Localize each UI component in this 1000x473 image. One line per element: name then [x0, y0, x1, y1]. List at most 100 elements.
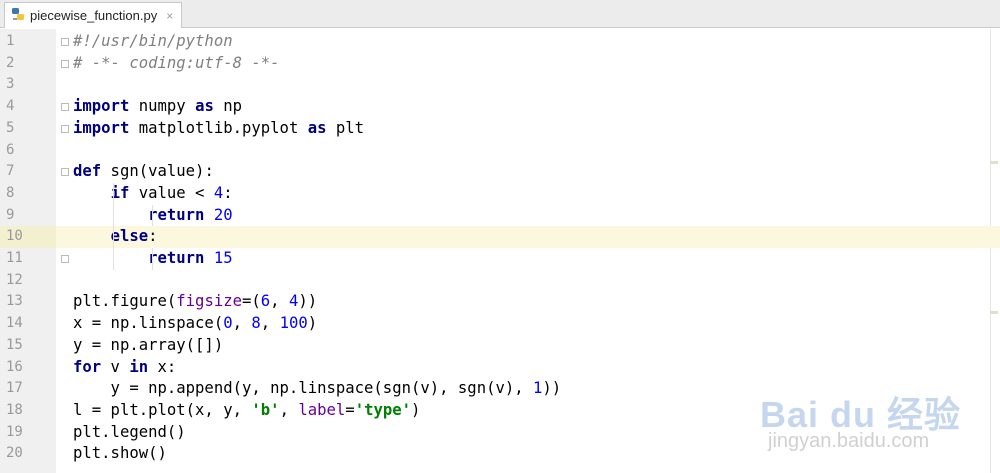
close-tab-icon[interactable]: ×: [166, 9, 173, 23]
code-token: ): [307, 314, 318, 333]
code-token: =(: [242, 292, 261, 311]
code-token: matplotlib.pyplot: [129, 118, 308, 137]
code-token: as: [195, 97, 214, 116]
code-text: #!/usr/bin/python: [73, 31, 233, 53]
code-line[interactable]: 15 y = np.array([]): [0, 335, 1000, 357]
code-token: 4: [288, 292, 299, 311]
code-text: y = np.append(y, np.linspace(sgn(v), sgn…: [73, 378, 562, 400]
code-token: for: [73, 357, 102, 376]
code-token: y = np.append(y, np.linspace(sgn(v), sgn…: [73, 379, 534, 398]
code-token: 20: [213, 205, 233, 224]
code-line[interactable]: 9 return 20: [0, 205, 1000, 227]
code-text: plt.figure(figsize=(6, 4)): [73, 291, 317, 313]
fold-marker-icon[interactable]: [61, 103, 69, 112]
code-token: def: [73, 162, 102, 181]
code-token: 4: [213, 183, 224, 202]
watermark-url: jingyan.baidu.com: [768, 430, 930, 452]
code-token: in: [129, 357, 149, 376]
code-text: import numpy as np: [73, 96, 242, 118]
code-line[interactable]: 13 plt.figure(figsize=(6, 4)): [0, 291, 1000, 313]
code-token: plt.figure(: [73, 292, 177, 311]
code-line[interactable]: 1 #!/usr/bin/python: [0, 31, 1000, 53]
line-number: 11: [6, 250, 23, 266]
code-token: ,: [270, 292, 289, 311]
code-line[interactable]: 14 x = np.linspace(0, 8, 100): [0, 313, 1000, 335]
scroll-marker[interactable]: [990, 311, 998, 314]
line-number: 6: [6, 141, 15, 158]
line-number: 15: [6, 336, 23, 353]
fold-marker-icon[interactable]: [61, 59, 69, 68]
code-text: # -*- coding:utf-8 -*-: [73, 53, 280, 75]
code-token: 1: [533, 379, 543, 398]
code-token: ,: [232, 314, 252, 333]
line-number: 20: [6, 445, 23, 462]
code-line[interactable]: 3: [0, 74, 1000, 96]
code-text: l = plt.plot(x, y, 'b', label='type'): [73, 400, 420, 422]
code-token: 'type': [354, 400, 412, 419]
fold-marker-icon[interactable]: [61, 124, 69, 133]
code-text: if value < 4:: [73, 183, 233, 205]
code-token: 0: [223, 314, 233, 333]
fold-marker-icon[interactable]: [61, 38, 69, 46]
code-text: for v in x:: [73, 357, 176, 379]
code-text: def sgn(value):: [73, 161, 214, 183]
code-token: # -*- coding:utf-8 -*-: [73, 53, 280, 72]
code-token: =: [345, 400, 355, 419]
code-token: plt: [326, 118, 365, 137]
code-token: y = np.array([]): [73, 335, 224, 354]
code-token: 6: [260, 292, 271, 311]
code-token: x:: [148, 357, 177, 376]
line-number: 18: [6, 401, 23, 418]
indent-guide: [113, 182, 114, 270]
line-number: 1: [6, 33, 15, 49]
indent-guide: [152, 248, 153, 270]
line-number: 5: [6, 119, 15, 136]
code-token: np: [213, 97, 243, 116]
line-number: 4: [6, 98, 15, 115]
code-token: figsize: [176, 292, 242, 311]
code-token: as: [307, 118, 327, 137]
code-line[interactable]: 5 import matplotlib.pyplot as plt: [0, 118, 1000, 140]
code-text: import matplotlib.pyplot as plt: [73, 118, 364, 140]
code-token: plt.legend(): [73, 422, 186, 441]
code-token: ,: [260, 314, 280, 333]
scroll-marker[interactable]: [990, 161, 998, 164]
code-token: return: [148, 249, 205, 267]
code-token: import: [73, 97, 130, 116]
code-line[interactable]: 16 for v in x:: [0, 357, 1000, 379]
tab-filename: piecewise_function.py: [30, 8, 158, 23]
code-token: import: [73, 118, 130, 137]
code-line[interactable]: 2 # -*- coding:utf-8 -*-: [0, 53, 1000, 75]
line-number: 16: [6, 358, 23, 375]
line-number: 17: [6, 380, 23, 397]
fold-marker-icon[interactable]: [61, 255, 69, 263]
line-number: 7: [6, 163, 15, 180]
code-token: value <: [129, 183, 214, 202]
baidu-jingyan-watermark: Bai du 经验 jingyan.baidu.com: [760, 386, 980, 466]
code-line[interactable]: 11 return 15: [0, 248, 1000, 270]
code-line[interactable]: 12: [0, 270, 1000, 292]
code-token: l = plt.plot(x, y,: [73, 400, 252, 419]
code-token: :: [223, 183, 233, 202]
code-text: else:: [73, 226, 158, 248]
code-token: x = np.linspace(: [73, 314, 224, 333]
code-token: )): [298, 292, 318, 311]
code-text: plt.legend(): [73, 422, 186, 444]
line-number: 8: [6, 184, 15, 201]
code-line[interactable]: 6: [0, 140, 1000, 162]
code-line[interactable]: 10 else:: [0, 226, 1000, 248]
line-number: 9: [6, 206, 15, 223]
code-token: sgn(value):: [101, 162, 214, 181]
code-token: 8: [251, 314, 261, 333]
code-line[interactable]: 7 def sgn(value):: [0, 161, 1000, 183]
tab-piecewise-function[interactable]: piecewise_function.py ×: [4, 2, 183, 28]
code-token: else: [110, 227, 149, 246]
code-line[interactable]: 4 import numpy as np: [0, 96, 1000, 118]
line-number: 19: [6, 423, 23, 440]
code-token: ,: [279, 400, 299, 419]
code-line[interactable]: 8 if value < 4:: [0, 183, 1000, 205]
line-number: 13: [6, 293, 23, 310]
fold-marker-icon[interactable]: [61, 168, 69, 177]
